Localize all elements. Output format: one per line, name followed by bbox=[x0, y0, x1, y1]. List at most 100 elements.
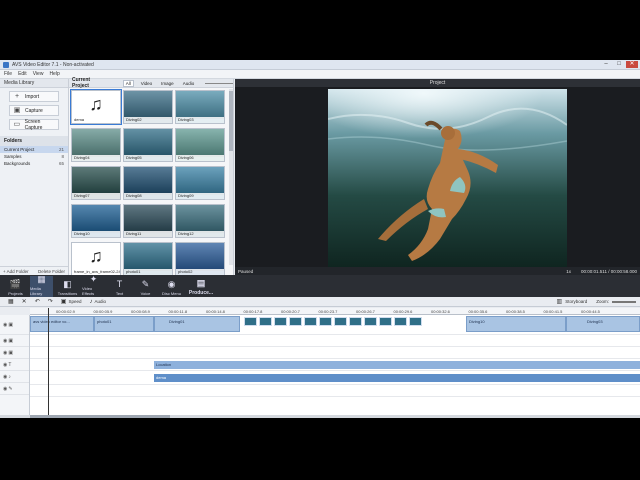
close-button[interactable]: ✕ bbox=[626, 61, 638, 68]
app-logo-icon bbox=[3, 61, 9, 68]
projects-button[interactable]: 🎬 Projects bbox=[4, 276, 27, 297]
media-library-panel: Media Library + Import ▣ Capture ▭ Scree… bbox=[0, 79, 69, 275]
main-toolbar: 🎬 Projects ▦ Media Library ◧ Transitions ✦ V… bbox=[0, 274, 640, 297]
media-item[interactable]: Diving12 bbox=[175, 204, 225, 238]
ruler-tick-label: 00:00:29.6 bbox=[393, 309, 413, 314]
transitions-icon: ◧ bbox=[63, 279, 72, 289]
minimize-button[interactable]: – bbox=[600, 61, 612, 68]
eye-icon[interactable]: ◉ bbox=[3, 338, 7, 344]
ruler-tick-label: 00:00:17.8 bbox=[243, 309, 263, 314]
eye-icon[interactable]: ◉ bbox=[3, 386, 7, 392]
zoom-slider[interactable] bbox=[612, 300, 636, 303]
text-button[interactable]: T Text bbox=[108, 276, 131, 297]
media-item[interactable]: Diving03 bbox=[175, 90, 225, 124]
audio-button[interactable]: ♪ Audio bbox=[89, 299, 106, 305]
eye-icon[interactable]: ◉ bbox=[3, 322, 7, 328]
music-note-icon: ♫ bbox=[89, 93, 103, 114]
ruler-tick-label: 00:00:41.5 bbox=[543, 309, 563, 314]
produce-button[interactable]: ▤ Produce... bbox=[186, 276, 216, 297]
disc-menu-button[interactable]: ◉ Disc Menu bbox=[160, 276, 183, 297]
undo-icon[interactable]: ↶ bbox=[35, 298, 40, 305]
folders-list: Folders Current Project 21 Samples 8 Bac… bbox=[0, 136, 68, 167]
media-grid: ♫ dema Diving02 Diving03 Diving04 Diving05 Div… bbox=[70, 89, 231, 276]
menu-file[interactable]: File bbox=[4, 71, 12, 77]
maximize-button[interactable]: □ bbox=[613, 61, 625, 68]
media-thumbnail bbox=[124, 167, 172, 195]
media-library-button[interactable]: ▦ Media Library bbox=[30, 274, 53, 297]
timeline-clip[interactable]: Diving01 bbox=[154, 316, 240, 332]
title-bar: AVS Video Editor 7.1 - Non-activated – □… bbox=[0, 60, 640, 70]
media-grid-scrollbar[interactable] bbox=[229, 89, 233, 265]
import-button[interactable]: + Import bbox=[9, 91, 59, 102]
timeline-clip[interactable]: Diving03 bbox=[566, 316, 640, 332]
text-track-header: ◉ T bbox=[0, 359, 29, 371]
menu-help[interactable]: Help bbox=[49, 71, 59, 77]
timeline-clip[interactable]: photo01 bbox=[94, 316, 154, 332]
media-thumbnail bbox=[124, 243, 172, 271]
transitions-button[interactable]: ◧ Transitions bbox=[56, 276, 79, 297]
timeline-scrollbar[interactable] bbox=[0, 415, 640, 418]
audio-clip[interactable]: dema bbox=[154, 374, 640, 382]
plus-icon: + bbox=[14, 93, 20, 100]
tab-all[interactable]: All bbox=[122, 79, 134, 87]
ruler-tick-label: 00:00:20.7 bbox=[281, 309, 300, 314]
clip-label: photo01 bbox=[97, 319, 112, 324]
media-item[interactable]: Diving08 bbox=[123, 166, 173, 200]
media-thumbnail bbox=[176, 205, 224, 233]
speed-button[interactable]: ▣ Speed bbox=[61, 298, 82, 305]
media-item[interactable]: Diving09 bbox=[175, 166, 225, 200]
video-effects-button[interactable]: ✦ Video Effects bbox=[82, 274, 105, 297]
folder-samples[interactable]: Samples 8 bbox=[0, 153, 68, 160]
lock-icon[interactable]: ▣ bbox=[8, 350, 13, 356]
timeline-clip[interactable]: Diving10 bbox=[466, 316, 566, 332]
delete-icon[interactable]: ✕ bbox=[22, 298, 27, 305]
media-item[interactable]: photo01 bbox=[123, 242, 173, 276]
tab-image[interactable]: Image bbox=[159, 81, 176, 86]
folder-backgrounds[interactable]: Backgrounds 65 bbox=[0, 160, 68, 167]
media-item[interactable]: Diving11 bbox=[123, 204, 173, 238]
media-item[interactable]: Diving06 bbox=[175, 128, 225, 162]
menu-edit[interactable]: Edit bbox=[18, 71, 27, 77]
lock-icon[interactable]: ▣ bbox=[8, 338, 13, 344]
produce-icon: ▤ bbox=[196, 278, 206, 288]
folder-current-project[interactable]: Current Project 21 bbox=[0, 146, 68, 153]
capture-button[interactable]: ▣ Capture bbox=[9, 105, 59, 116]
eye-icon[interactable]: ◉ bbox=[3, 362, 7, 368]
add-folder-button[interactable]: + Add Folder bbox=[3, 269, 29, 274]
timeline-clip[interactable]: avs video editor vo... bbox=[30, 316, 94, 332]
tab-video[interactable]: Video bbox=[139, 81, 154, 86]
media-item[interactable]: Diving02 bbox=[123, 90, 173, 124]
media-item[interactable]: Diving04 bbox=[71, 128, 121, 162]
eye-icon[interactable]: ◉ bbox=[3, 374, 7, 380]
delete-folder-button[interactable]: Delete Folder bbox=[38, 269, 65, 274]
media-item[interactable]: ♫ dema bbox=[70, 89, 122, 125]
ruler-tick-label: 00:00:44.5 bbox=[581, 309, 600, 314]
redo-icon[interactable]: ↷ bbox=[48, 298, 53, 305]
menu-view[interactable]: View bbox=[33, 71, 44, 77]
mic-icon: ✎ bbox=[8, 385, 13, 392]
text-clip[interactable]: Location bbox=[154, 361, 640, 369]
thumbnail-size-slider[interactable] bbox=[205, 82, 233, 84]
playhead[interactable] bbox=[48, 308, 49, 415]
time-ruler[interactable]: 00:00:02.9 00:00:05.9 00:00:08.9 00:00:11.8… bbox=[30, 308, 640, 315]
clip-label: avs video editor vo... bbox=[33, 319, 70, 324]
media-grid-header: Current Project All Video Image Audio bbox=[69, 77, 233, 89]
folder-name: Backgrounds bbox=[4, 161, 31, 166]
media-item[interactable]: ♫ frame_in_avs_frame02-24 bbox=[71, 242, 121, 276]
screen-capture-button[interactable]: ▭ Screen Capture bbox=[9, 119, 59, 131]
media-item[interactable]: photo02 bbox=[175, 242, 225, 276]
folder-name: Samples bbox=[4, 154, 22, 159]
media-item[interactable]: Diving05 bbox=[123, 128, 173, 162]
media-item[interactable]: Diving10 bbox=[71, 204, 121, 238]
lock-icon[interactable]: ▣ bbox=[8, 322, 13, 328]
voice-button[interactable]: ✎ Voice bbox=[134, 276, 157, 297]
eye-icon[interactable]: ◉ bbox=[3, 350, 7, 356]
tab-audio[interactable]: Audio bbox=[181, 81, 197, 86]
transitions-label: Transitions bbox=[57, 291, 78, 296]
storyboard-button[interactable]: Storyboard bbox=[565, 299, 587, 304]
media-item[interactable]: Diving07 bbox=[71, 166, 121, 200]
timeline-toolbar: ▦ ✕ ↶ ↷ ▣ Speed ♪ Audio ▥ Storyboard Zoom: bbox=[0, 297, 640, 307]
playback-speed[interactable]: 1x bbox=[566, 269, 571, 274]
grid-icon[interactable]: ▦ bbox=[8, 298, 14, 305]
media-item-label: Diving02 bbox=[124, 117, 172, 123]
